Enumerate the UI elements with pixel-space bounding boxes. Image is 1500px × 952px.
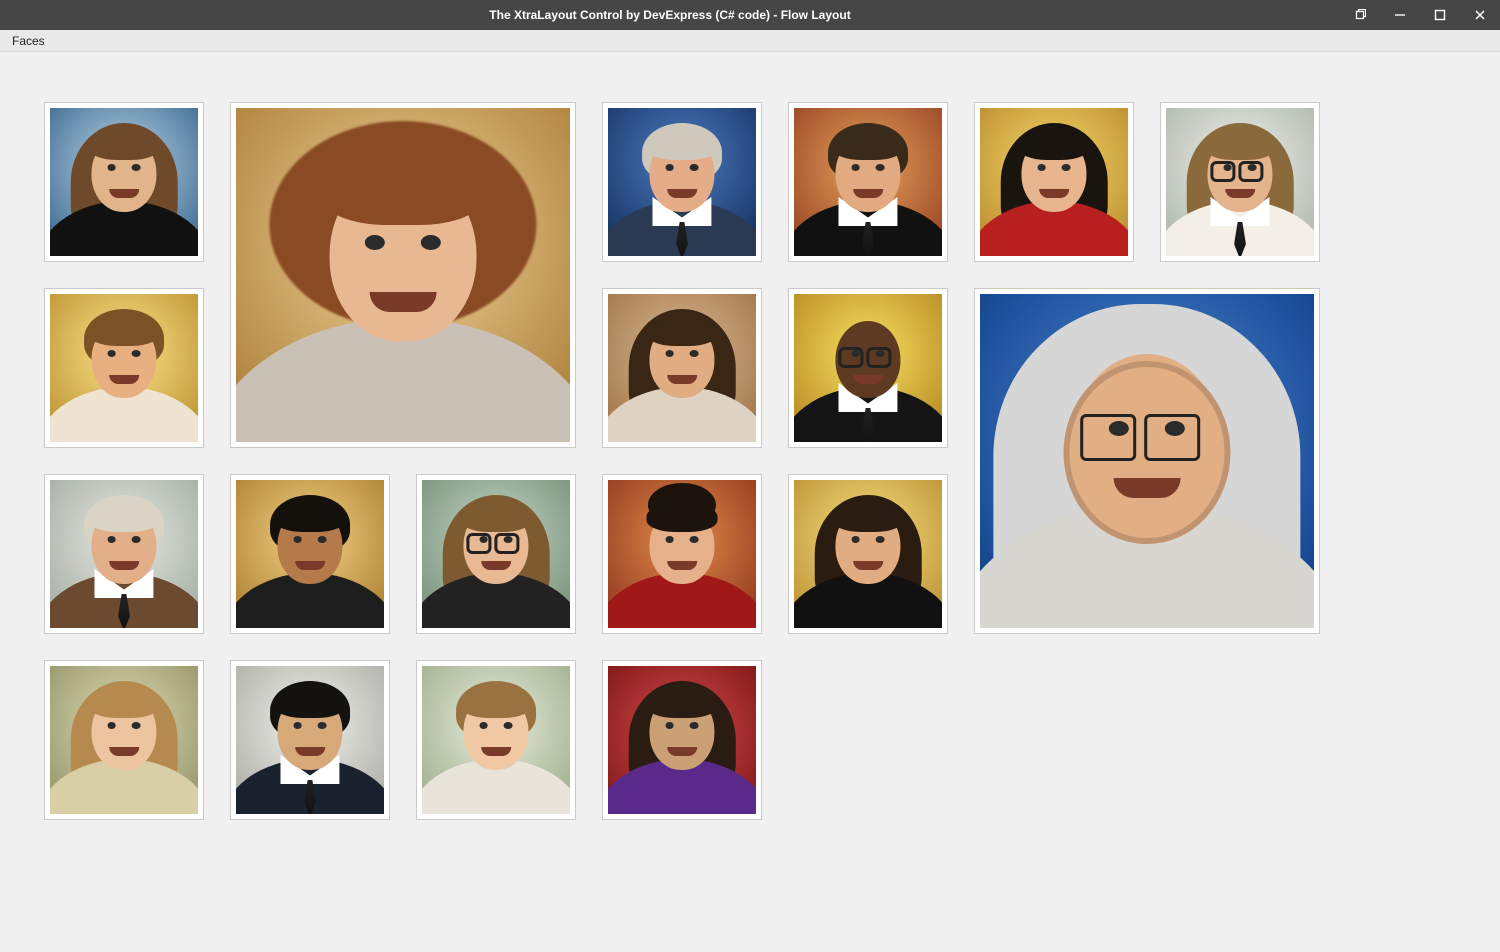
portrait-image (794, 294, 942, 442)
face-03[interactable] (602, 102, 762, 262)
portrait-image (422, 666, 570, 814)
face-05[interactable] (974, 102, 1134, 262)
portrait-image (980, 108, 1128, 256)
face-02-large[interactable] (230, 102, 576, 448)
titlebar: The XtraLayout Control by DevExpress (C#… (0, 0, 1500, 30)
face-17[interactable] (230, 660, 390, 820)
face-12[interactable] (230, 474, 390, 634)
face-04[interactable] (788, 102, 948, 262)
face-16[interactable] (44, 660, 204, 820)
portrait-image (794, 108, 942, 256)
face-01[interactable] (44, 102, 204, 262)
face-14[interactable] (602, 474, 762, 634)
portrait-image (236, 666, 384, 814)
portrait-image (50, 294, 198, 442)
portrait-image (608, 294, 756, 442)
face-18[interactable] (416, 660, 576, 820)
window-controls (1340, 0, 1500, 30)
portrait-image (1166, 108, 1314, 256)
face-15[interactable] (788, 474, 948, 634)
maximize-button[interactable] (1420, 0, 1460, 30)
portrait-image (608, 666, 756, 814)
face-09[interactable] (788, 288, 948, 448)
portrait-image (608, 108, 756, 256)
face-11[interactable] (44, 474, 204, 634)
menubar: Faces (0, 30, 1500, 52)
face-06[interactable] (1160, 102, 1320, 262)
face-08[interactable] (602, 288, 762, 448)
close-button[interactable] (1460, 0, 1500, 30)
face-19[interactable] (602, 660, 762, 820)
window-title: The XtraLayout Control by DevExpress (C#… (0, 8, 1340, 22)
portrait-image (236, 480, 384, 628)
portrait-image (50, 108, 198, 256)
portrait-image (980, 294, 1314, 628)
portrait-image (794, 480, 942, 628)
portrait-image (50, 666, 198, 814)
portrait-image (50, 480, 198, 628)
portrait-image (422, 480, 570, 628)
menu-faces[interactable]: Faces (6, 32, 51, 50)
flow-layout-grid (44, 102, 1344, 862)
restore-down-icon[interactable] (1340, 0, 1380, 30)
portrait-image (236, 108, 570, 442)
face-13[interactable] (416, 474, 576, 634)
face-10-large[interactable] (974, 288, 1320, 634)
minimize-button[interactable] (1380, 0, 1420, 30)
face-07[interactable] (44, 288, 204, 448)
client-area (0, 52, 1500, 952)
portrait-image (608, 480, 756, 628)
